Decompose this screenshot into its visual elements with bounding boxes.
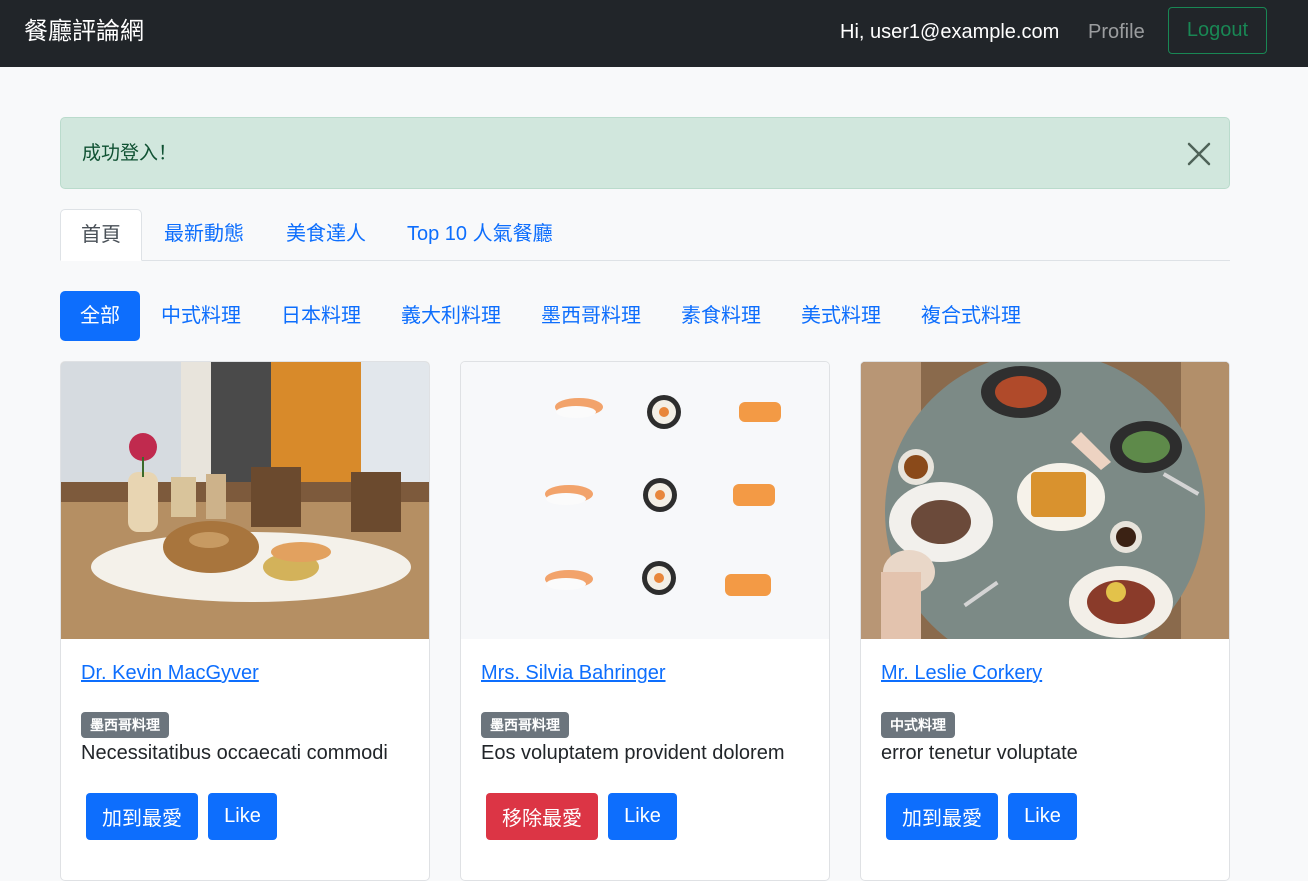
brand-logo[interactable]: 餐廳評論網 <box>24 16 144 48</box>
restaurant-card: Mr. Leslie Corkery 中式料理 error tenetur vo… <box>860 361 1230 881</box>
profile-link[interactable]: Profile <box>1088 18 1145 46</box>
alert-message: 成功登入！ <box>82 143 178 164</box>
restaurant-name[interactable]: Mr. Leslie Corkery <box>881 660 1042 686</box>
tab-latest[interactable]: 最新動態 <box>164 209 244 261</box>
category-badge: 中式料理 <box>881 712 955 738</box>
category-japanese[interactable]: 日本料理 <box>281 291 361 341</box>
restaurant-name[interactable]: Mrs. Silvia Bahringer <box>481 660 666 686</box>
category-all[interactable]: 全部 <box>60 291 140 341</box>
add-favorite-button[interactable]: 加到最愛 <box>886 793 998 840</box>
logout-button[interactable]: Logout <box>1168 7 1267 54</box>
category-mexican[interactable]: 墨西哥料理 <box>541 291 641 341</box>
like-button[interactable]: Like <box>1008 793 1077 840</box>
category-fusion[interactable]: 複合式料理 <box>921 291 1021 341</box>
restaurant-card: Mrs. Silvia Bahringer 墨西哥料理 Eos voluptat… <box>460 361 830 881</box>
category-chinese[interactable]: 中式料理 <box>161 291 241 341</box>
main-tabs: 首頁 最新動態 美食達人 Top 10 人氣餐廳 <box>60 209 1230 261</box>
restaurant-description: Necessitatibus occaecati commodi <box>81 742 388 764</box>
restaurant-description: Eos voluptatem provident dolorem <box>481 742 785 764</box>
tab-top10[interactable]: Top 10 人氣餐廳 <box>407 209 553 261</box>
success-alert: 成功登入！ <box>60 117 1230 189</box>
category-italian[interactable]: 義大利料理 <box>401 291 501 341</box>
restaurant-image[interactable] <box>861 362 1229 639</box>
user-greeting: Hi, user1@example.com <box>840 21 1060 43</box>
category-badge: 墨西哥料理 <box>481 712 569 738</box>
restaurant-description: error tenetur voluptate <box>881 742 1078 764</box>
category-badge: 墨西哥料理 <box>81 712 169 738</box>
category-vegetarian[interactable]: 素食料理 <box>681 291 761 341</box>
restaurant-image[interactable] <box>61 362 429 639</box>
navbar: 餐廳評論網 Hi, user1@example.com Profile Logo… <box>0 0 1308 67</box>
close-icon[interactable] <box>1185 140 1213 168</box>
like-button[interactable]: Like <box>608 793 677 840</box>
restaurant-name[interactable]: Dr. Kevin MacGyver <box>81 660 259 686</box>
tab-home[interactable]: 首頁 <box>60 209 142 261</box>
like-button[interactable]: Like <box>208 793 277 840</box>
category-american[interactable]: 美式料理 <box>801 291 881 341</box>
remove-favorite-button[interactable]: 移除最愛 <box>486 793 598 840</box>
tab-foodies[interactable]: 美食達人 <box>286 209 366 261</box>
restaurant-card: Dr. Kevin MacGyver 墨西哥料理 Necessitatibus … <box>60 361 430 881</box>
restaurant-image[interactable] <box>461 362 829 639</box>
add-favorite-button[interactable]: 加到最愛 <box>86 793 198 840</box>
